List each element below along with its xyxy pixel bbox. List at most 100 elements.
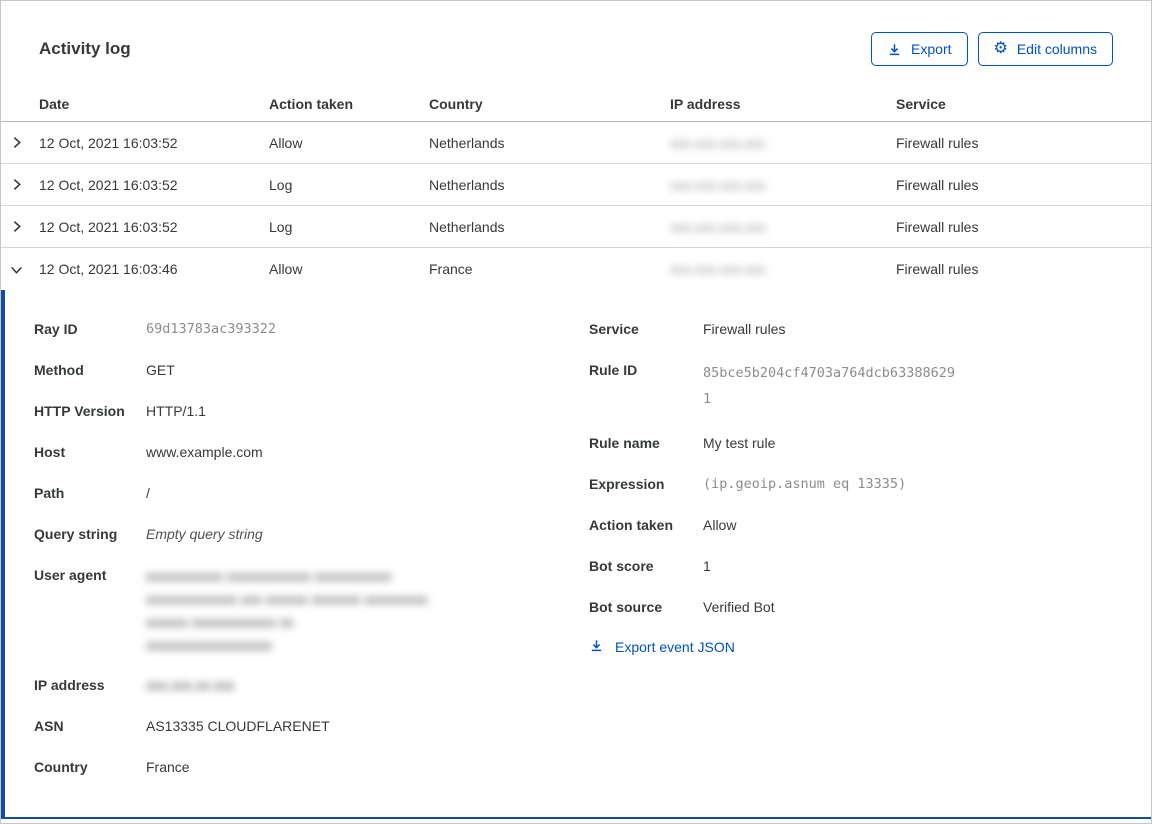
column-header-date: Date [39, 95, 70, 112]
path-value: / [146, 485, 150, 501]
cell-ip-redacted: xxx.xxx.xxx.xxx [670, 218, 766, 235]
edit-columns-button[interactable]: ⚙ Edit columns [977, 32, 1113, 66]
gear-icon: ⚙ [993, 40, 1008, 57]
action-taken-value: Allow [703, 517, 737, 533]
table-row-expanded[interactable]: 12 Oct, 2021 16:03:46 Allow France xxx.x… [1, 248, 1151, 290]
download-icon [887, 42, 902, 57]
table-row[interactable]: 12 Oct, 2021 16:03:52 Allow Netherlands … [1, 122, 1151, 164]
page-title: Activity log [39, 39, 131, 58]
detail-row-rule-id: Rule ID 85bce5b204cf4703a764dcb633886291 [589, 360, 1009, 412]
chevron-right-icon [10, 220, 23, 233]
detail-row-host: Host www.example.com [34, 442, 534, 462]
cell-action: Log [269, 218, 293, 235]
chevron-right-icon [10, 136, 23, 149]
detail-label: Action taken [589, 517, 674, 533]
table-row[interactable]: 12 Oct, 2021 16:03:52 Log Netherlands xx… [1, 164, 1151, 206]
detail-row-expression: Expression (ip.geoip.asnum eq 13335) [589, 474, 1009, 494]
expand-row-button[interactable] [1, 164, 39, 205]
detail-label: Host [34, 444, 66, 460]
country-value: France [146, 759, 190, 775]
query-string-value: Empty query string [146, 526, 263, 542]
cell-country: Netherlands [429, 176, 505, 193]
cell-action: Allow [269, 261, 303, 277]
detail-row-ray-id: Ray ID 69d13783ac393322 [34, 319, 534, 339]
column-header-service: Service [896, 95, 946, 112]
detail-row-bot-score: Bot score 1 [589, 556, 1009, 576]
column-header-ip: IP address [670, 95, 741, 112]
detail-row-service: Service Firewall rules [589, 319, 1009, 339]
rule-id-value: 85bce5b204cf4703a764dcb633886291 [703, 365, 955, 407]
detail-label: Method [34, 362, 84, 378]
detail-label: Rule name [589, 435, 660, 451]
chevron-down-icon [10, 263, 23, 276]
event-detail-panel: Ray ID 69d13783ac393322 Method GET HTTP … [1, 290, 1151, 819]
detail-label: Ray ID [34, 321, 78, 337]
detail-label: Path [34, 485, 65, 501]
column-header-country: Country [429, 95, 483, 112]
detail-label: Bot score [589, 558, 654, 574]
export-button-label: Export [911, 41, 952, 57]
cell-service: Firewall rules [896, 134, 979, 151]
cell-date: 12 Oct, 2021 16:03:46 [39, 261, 178, 277]
detail-label: IP address [34, 677, 105, 693]
http-version-value: HTTP/1.1 [146, 403, 206, 419]
table-header-row: Date Action taken Country IP address Ser… [1, 86, 1151, 122]
detail-label: Query string [34, 526, 118, 542]
cell-country: France [429, 261, 473, 277]
detail-left-column: Ray ID 69d13783ac393322 Method GET HTTP … [34, 319, 534, 777]
chevron-right-icon [10, 178, 23, 191]
table-row[interactable]: 12 Oct, 2021 16:03:52 Log Netherlands xx… [1, 206, 1151, 248]
detail-label: Bot source [589, 599, 663, 615]
detail-row-query-string: Query string Empty query string [34, 524, 534, 544]
ray-id-value: 69d13783ac393322 [146, 321, 277, 337]
method-value: GET [146, 362, 175, 378]
expand-row-button[interactable] [1, 122, 39, 163]
collapse-row-button[interactable] [1, 248, 39, 290]
asn-value: AS13335 CLOUDFLARENET [146, 718, 330, 734]
cell-ip-redacted: xxx.xxx.xxx.xxx [670, 261, 766, 277]
detail-label: Country [34, 759, 88, 775]
detail-label: Expression [589, 476, 665, 492]
detail-row-action-taken: Action taken Allow [589, 515, 1009, 535]
topbar: Activity log Export ⚙ Edit columns [1, 1, 1151, 66]
detail-label: User agent [34, 567, 107, 583]
cell-service: Firewall rules [896, 176, 979, 193]
detail-row-asn: ASN AS13335 CLOUDFLARENET [34, 716, 534, 736]
cell-country: Netherlands [429, 134, 505, 151]
cell-date: 12 Oct, 2021 16:03:52 [39, 218, 178, 235]
export-event-json-label: Export event JSON [615, 639, 735, 655]
cell-country: Netherlands [429, 218, 505, 235]
export-button[interactable]: Export [871, 32, 968, 66]
host-value: www.example.com [146, 444, 263, 460]
cell-ip-redacted: xxx.xxx.xxx.xxx [670, 134, 766, 151]
detail-row-user-agent: User agent xxxxxxxxxxx xxxxxxxxxxxx xxxx… [34, 565, 534, 657]
column-header-action: Action taken [269, 95, 354, 112]
detail-row-country: Country France [34, 757, 534, 777]
detail-row-method: Method GET [34, 360, 534, 380]
detail-row-bot-source: Bot source Verified Bot [589, 597, 1009, 617]
ip-address-value-redacted: xxx.xxx.xx.xxx [146, 677, 235, 693]
expression-value: (ip.geoip.asnum eq 13335) [703, 476, 907, 492]
detail-label: Rule ID [589, 362, 638, 378]
detail-row-path: Path / [34, 483, 534, 503]
activity-log-table: Date Action taken Country IP address Ser… [1, 86, 1151, 290]
detail-row-ip-address: IP address xxx.xxx.xx.xxx [34, 675, 534, 695]
detail-label: HTTP Version [34, 403, 125, 419]
detail-row-rule-name: Rule name My test rule [589, 433, 1009, 453]
cell-date: 12 Oct, 2021 16:03:52 [39, 176, 178, 193]
cell-service: Firewall rules [896, 261, 979, 277]
detail-label: Service [589, 321, 639, 337]
download-icon [589, 638, 604, 656]
service-value: Firewall rules [703, 321, 786, 337]
cell-date: 12 Oct, 2021 16:03:52 [39, 134, 178, 151]
detail-right-column: Service Firewall rules Rule ID 85bce5b20… [589, 319, 1009, 656]
activity-log-panel: Activity log Export ⚙ Edit columns Date … [0, 0, 1152, 824]
detail-row-http-version: HTTP Version HTTP/1.1 [34, 401, 534, 421]
cell-service: Firewall rules [896, 218, 979, 235]
expand-row-button[interactable] [1, 206, 39, 247]
user-agent-value-redacted: xxxxxxxxxxx xxxxxxxxxxxx xxxxxxxxxxx xxx… [146, 568, 428, 653]
export-event-json-link[interactable]: Export event JSON [589, 638, 1009, 656]
detail-label: ASN [34, 718, 64, 734]
toolbar: Export ⚙ Edit columns [871, 32, 1113, 66]
cell-action: Allow [269, 134, 303, 151]
